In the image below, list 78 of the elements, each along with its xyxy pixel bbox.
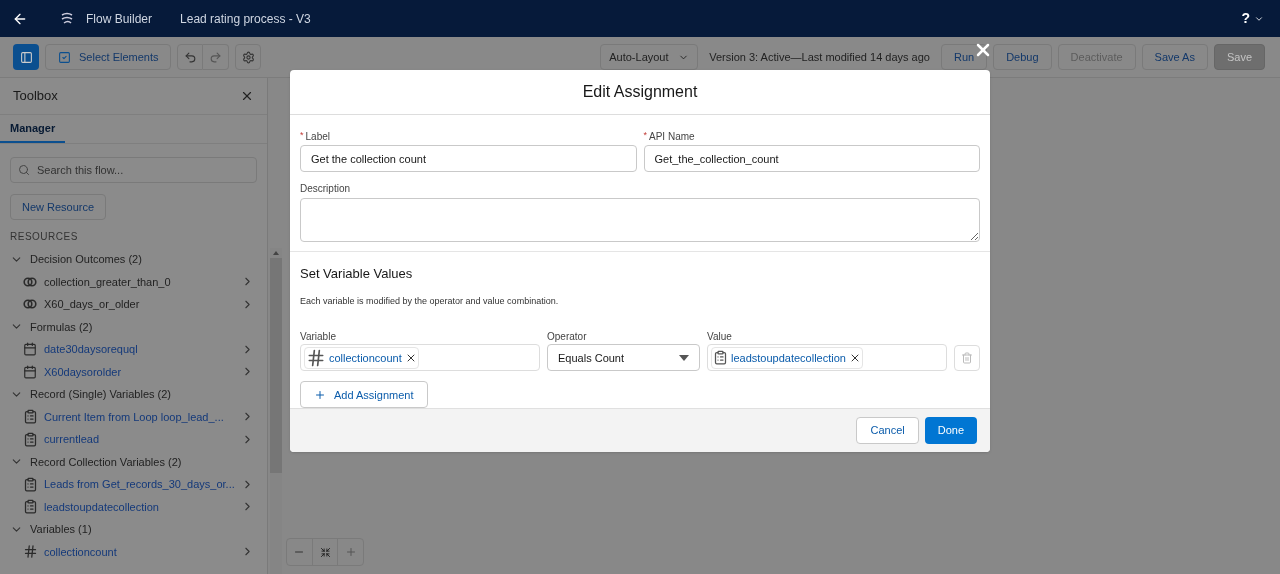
resource-item[interactable]: Current Item from Loop loop_lead_... bbox=[10, 405, 254, 428]
flow-logo-icon bbox=[60, 11, 74, 26]
text-field[interactable]: Get the collection count bbox=[300, 145, 637, 173]
select-elements-button[interactable]: Select Elements bbox=[45, 44, 172, 70]
close-icon[interactable] bbox=[240, 89, 254, 103]
toolbox-toggle-button[interactable] bbox=[13, 44, 39, 70]
resource-item[interactable]: collection_greater_than_0 bbox=[10, 270, 254, 293]
group-label: Decision Outcomes (2) bbox=[30, 252, 142, 267]
required-mark: * bbox=[643, 129, 647, 143]
settings-button[interactable] bbox=[235, 44, 262, 70]
resource-item[interactable]: currentlead bbox=[10, 428, 254, 451]
group-label: Record Collection Variables (2) bbox=[30, 454, 182, 470]
clipboard-icon bbox=[22, 409, 38, 425]
required-mark: * bbox=[300, 129, 304, 143]
variable-pill[interactable]: collectioncount bbox=[304, 346, 419, 369]
field-label: Operator bbox=[547, 330, 588, 345]
hash-icon bbox=[306, 347, 326, 368]
toolbar-button[interactable]: Save As bbox=[1141, 44, 1208, 70]
value-pill[interactable]: leadstoupdatecollection bbox=[711, 346, 863, 369]
resource-item[interactable]: date30daysorequql bbox=[10, 338, 254, 361]
done-button[interactable]: Done bbox=[924, 417, 977, 445]
value-field[interactable]: leadstoupdatecollection bbox=[707, 344, 947, 372]
layout-dropdown[interactable]: Auto-Layout bbox=[600, 44, 699, 70]
redo-icon bbox=[209, 50, 223, 64]
resource-item[interactable]: X60daysorolder bbox=[10, 360, 254, 383]
field-label: Variable bbox=[300, 330, 337, 345]
hash-icon bbox=[22, 544, 38, 560]
text-field[interactable]: Get_the_collection_count bbox=[643, 145, 980, 173]
field-label: Description bbox=[300, 182, 352, 197]
shrink-arrows-icon bbox=[319, 546, 331, 558]
resource-item[interactable]: collectioncount bbox=[10, 540, 254, 563]
plus-icon bbox=[314, 388, 326, 401]
clipboard-icon bbox=[22, 431, 38, 447]
group-label: Record (Single) Variables (2) bbox=[30, 387, 172, 402]
description-field[interactable] bbox=[300, 198, 980, 243]
cancel-button[interactable]: Cancel bbox=[856, 417, 919, 445]
search-icon bbox=[18, 164, 30, 176]
group-label: Formulas (2) bbox=[30, 319, 93, 335]
resource-item[interactable]: leadstoupdatecollection bbox=[10, 495, 254, 518]
toolbox-title: Toolbox bbox=[13, 87, 58, 106]
manager-tab[interactable]: Manager bbox=[0, 115, 66, 143]
calendar-icon bbox=[23, 364, 37, 379]
search-field[interactable]: Search this flow... bbox=[10, 157, 257, 183]
caret-icon bbox=[679, 354, 689, 361]
field-label: Value bbox=[707, 330, 733, 345]
calendar-icon bbox=[23, 342, 37, 357]
operator-dropdown[interactable]: Equals Count bbox=[547, 344, 700, 372]
trash-icon bbox=[961, 352, 973, 365]
section-title: Set Variable Values bbox=[300, 265, 414, 284]
field-label: API Name bbox=[649, 130, 695, 145]
resources-heading: RESOURCES bbox=[10, 230, 79, 244]
clipboard-icon bbox=[22, 476, 38, 492]
undo-button[interactable] bbox=[177, 44, 204, 70]
group-label: Variables (1) bbox=[30, 522, 92, 537]
resource-item[interactable]: X60_days_or_older bbox=[10, 293, 254, 316]
modal-title: Edit Assignment bbox=[582, 82, 698, 103]
plus-icon bbox=[344, 546, 357, 558]
variable-field[interactable]: collectioncount bbox=[300, 344, 540, 372]
toolbar-button[interactable]: Debug bbox=[993, 44, 1052, 70]
scroll-up-arrow-icon[interactable] bbox=[272, 251, 279, 255]
panel-icon bbox=[19, 50, 33, 64]
linked-rings-icon bbox=[23, 276, 37, 287]
new-resource-button[interactable]: New Resource bbox=[10, 194, 107, 220]
version-status: Version 3: Active—Last modified 14 days ago bbox=[709, 49, 930, 65]
field-label: Label bbox=[305, 130, 330, 145]
redo-button[interactable] bbox=[203, 44, 230, 70]
linked-rings-icon bbox=[23, 299, 37, 310]
settings-icon bbox=[242, 50, 255, 64]
clipboard-icon bbox=[713, 350, 728, 366]
help-menu[interactable]: ? bbox=[1241, 8, 1264, 29]
checkbox-icon bbox=[58, 50, 71, 64]
resource-item[interactable]: Leads from Get_records_30_days_or... bbox=[10, 473, 254, 496]
add-assignment-button[interactable]: Add Assignment bbox=[300, 381, 428, 409]
flow-name: Lead rating process - V3 bbox=[180, 10, 311, 28]
app-title: Flow Builder bbox=[86, 10, 153, 28]
undo-icon bbox=[184, 50, 197, 64]
clipboard-icon bbox=[22, 499, 38, 515]
section-hint: Each variable is modified by the operator and value combination. bbox=[300, 294, 560, 308]
